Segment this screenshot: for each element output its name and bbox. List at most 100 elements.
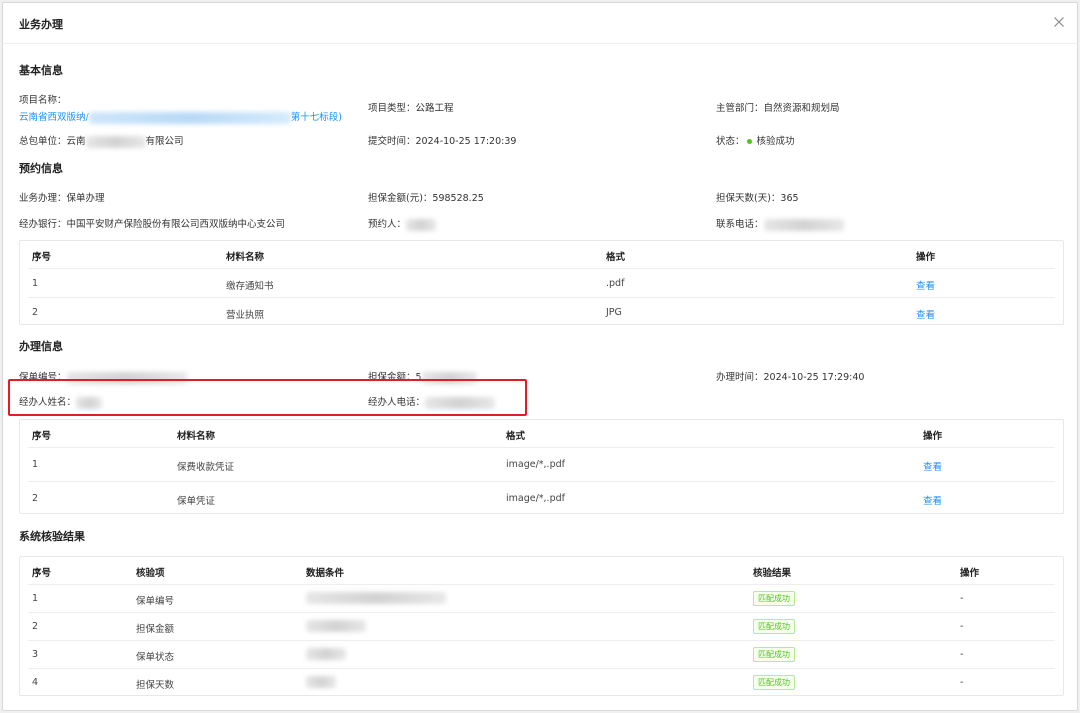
handling-time-value: 2024-10-25 17:29:40 bbox=[763, 372, 865, 383]
table-row: 2 保单凭证 image/*,.pdf 查看 bbox=[28, 481, 1055, 515]
contractor-prefix: 云南 bbox=[66, 136, 86, 147]
business-modal: 业务办理 基本信息 项目名称： 云南省西双版纳/第十七标段) 项目类型：公路工程… bbox=[2, 2, 1078, 711]
table-row: 3 保单状态 匹配成功 - bbox=[28, 640, 1055, 668]
contractor-suffix: 有限公司 bbox=[145, 136, 184, 147]
row-no: 4 bbox=[32, 677, 39, 688]
status-label: 状态： bbox=[716, 136, 745, 147]
col-header-action: 操作 bbox=[923, 431, 943, 442]
row-item: 保单状态 bbox=[136, 652, 175, 663]
col-header-action: 操作 bbox=[960, 568, 980, 579]
booking-amount-value: 598528.25 bbox=[432, 193, 484, 204]
col-header-condition: 数据条件 bbox=[306, 568, 345, 579]
table-row: 4 担保天数 匹配成功 - bbox=[28, 668, 1055, 696]
redacted-condition bbox=[306, 676, 336, 688]
booking-amount-label: 担保金额(元)： bbox=[368, 193, 433, 204]
match-success-tag: 匹配成功 bbox=[753, 647, 795, 662]
row-no: 1 bbox=[32, 278, 39, 289]
section-basic-title: 基本信息 bbox=[19, 64, 63, 77]
business-label: 业务办理： bbox=[19, 193, 67, 204]
view-link[interactable]: 查看 bbox=[916, 307, 935, 321]
row-name: 缴存通知书 bbox=[226, 281, 274, 292]
row-item: 保单编号 bbox=[136, 596, 175, 607]
project-name-field: 项目名称： 云南省西双版纳/第十七标段) bbox=[19, 92, 342, 124]
project-type-field: 项目类型：公路工程 bbox=[368, 100, 454, 114]
redacted-project-name bbox=[88, 111, 291, 124]
col-header-format: 格式 bbox=[506, 431, 526, 442]
status-field: 状态： 核验成功 bbox=[716, 133, 795, 147]
row-format: JPG bbox=[606, 307, 622, 318]
submit-time-value: 2024-10-25 17:20:39 bbox=[415, 136, 517, 147]
business-value: 保单办理 bbox=[66, 193, 105, 204]
match-success-tag: 匹配成功 bbox=[753, 619, 795, 634]
col-header-no: 序号 bbox=[32, 568, 52, 579]
table-header: 序号 核验项 数据条件 核验结果 操作 bbox=[20, 557, 1063, 583]
col-header-no: 序号 bbox=[32, 252, 52, 263]
submit-time-label: 提交时间： bbox=[368, 136, 416, 147]
row-name: 营业执照 bbox=[226, 310, 265, 321]
redacted-contractor bbox=[85, 135, 146, 148]
view-link[interactable]: 查看 bbox=[916, 278, 935, 292]
redacted-condition bbox=[306, 592, 446, 604]
section-booking-title: 预约信息 bbox=[19, 162, 63, 175]
redacted-condition bbox=[306, 620, 366, 632]
handling-time-field: 办理时间：2024-10-25 17:29:40 bbox=[716, 369, 864, 383]
match-success-tag: 匹配成功 bbox=[753, 591, 795, 606]
booking-amount-field: 担保金额(元)：598528.25 bbox=[368, 190, 484, 204]
row-format: image/*,.pdf bbox=[506, 459, 565, 470]
row-action: - bbox=[960, 593, 964, 604]
col-header-format: 格式 bbox=[606, 252, 626, 263]
handling-materials-table: 序号 材料名称 格式 操作 1 保费收款凭证 image/*,.pdf 查看 2… bbox=[19, 419, 1064, 514]
verify-results-table: 序号 核验项 数据条件 核验结果 操作 1 保单编号 匹配成功 - 2 担保金额… bbox=[19, 556, 1064, 696]
contractor-field: 总包单位：云南 有限公司 bbox=[19, 133, 184, 148]
bank-value: 中国平安财产保险股份有限公司西双版纳中心支公司 bbox=[66, 219, 286, 230]
table-row: 1 缴存通知书 .pdf 查看 bbox=[28, 268, 1055, 297]
project-name-label: 项目名称： bbox=[19, 95, 67, 106]
dept-field: 主管部门：自然资源和规划局 bbox=[716, 100, 840, 114]
section-handling-title: 办理信息 bbox=[19, 340, 63, 353]
project-type-label: 项目类型： bbox=[368, 103, 416, 114]
booking-materials-table: 序号 材料名称 格式 操作 1 缴存通知书 .pdf 查看 2 营业执照 JPG… bbox=[19, 240, 1064, 325]
col-header-name: 材料名称 bbox=[177, 431, 216, 442]
status-dot-icon bbox=[746, 138, 752, 144]
table-row: 1 保单编号 匹配成功 - bbox=[28, 584, 1055, 612]
modal-header: 业务办理 bbox=[3, 3, 1077, 44]
row-format: image/*,.pdf bbox=[506, 493, 565, 504]
days-field: 担保天数(天)：365 bbox=[716, 190, 799, 204]
row-action: - bbox=[960, 621, 964, 632]
project-name-suffix[interactable]: 第十七标段) bbox=[291, 112, 342, 123]
row-no: 2 bbox=[32, 493, 39, 504]
submit-time-field: 提交时间：2024-10-25 17:20:39 bbox=[368, 133, 516, 147]
days-value: 365 bbox=[780, 193, 799, 204]
row-no: 1 bbox=[32, 459, 39, 470]
table-row: 2 营业执照 JPG 查看 bbox=[28, 297, 1055, 326]
bank-label: 经办银行： bbox=[19, 219, 67, 230]
redacted-phone bbox=[763, 218, 844, 231]
days-label: 担保天数(天)： bbox=[716, 193, 781, 204]
row-action: - bbox=[960, 649, 964, 660]
booker-field: 预约人： bbox=[368, 216, 437, 231]
contractor-label: 总包单位： bbox=[19, 136, 67, 147]
dept-label: 主管部门： bbox=[716, 103, 764, 114]
row-no: 3 bbox=[32, 649, 39, 660]
view-link[interactable]: 查看 bbox=[923, 459, 942, 473]
table-header: 序号 材料名称 格式 操作 bbox=[20, 241, 1063, 267]
project-name-prefix[interactable]: 云南省西双版纳/ bbox=[19, 112, 89, 123]
row-action: - bbox=[960, 677, 964, 688]
dept-value: 自然资源和规划局 bbox=[763, 103, 840, 114]
row-no: 2 bbox=[32, 621, 39, 632]
redacted-condition bbox=[306, 648, 346, 660]
close-icon[interactable] bbox=[1051, 14, 1067, 30]
project-type-value: 公路工程 bbox=[415, 103, 454, 114]
col-header-result: 核验结果 bbox=[753, 568, 792, 579]
row-format: .pdf bbox=[606, 278, 625, 289]
row-item: 担保金额 bbox=[136, 624, 175, 635]
col-header-item: 核验项 bbox=[136, 568, 165, 579]
col-header-action: 操作 bbox=[916, 252, 936, 263]
view-link[interactable]: 查看 bbox=[923, 493, 942, 507]
table-row: 2 担保金额 匹配成功 - bbox=[28, 612, 1055, 640]
col-header-no: 序号 bbox=[32, 431, 52, 442]
table-header: 序号 材料名称 格式 操作 bbox=[20, 420, 1063, 446]
match-success-tag: 匹配成功 bbox=[753, 675, 795, 690]
row-no: 1 bbox=[32, 593, 39, 604]
handling-time-label: 办理时间： bbox=[716, 372, 764, 383]
